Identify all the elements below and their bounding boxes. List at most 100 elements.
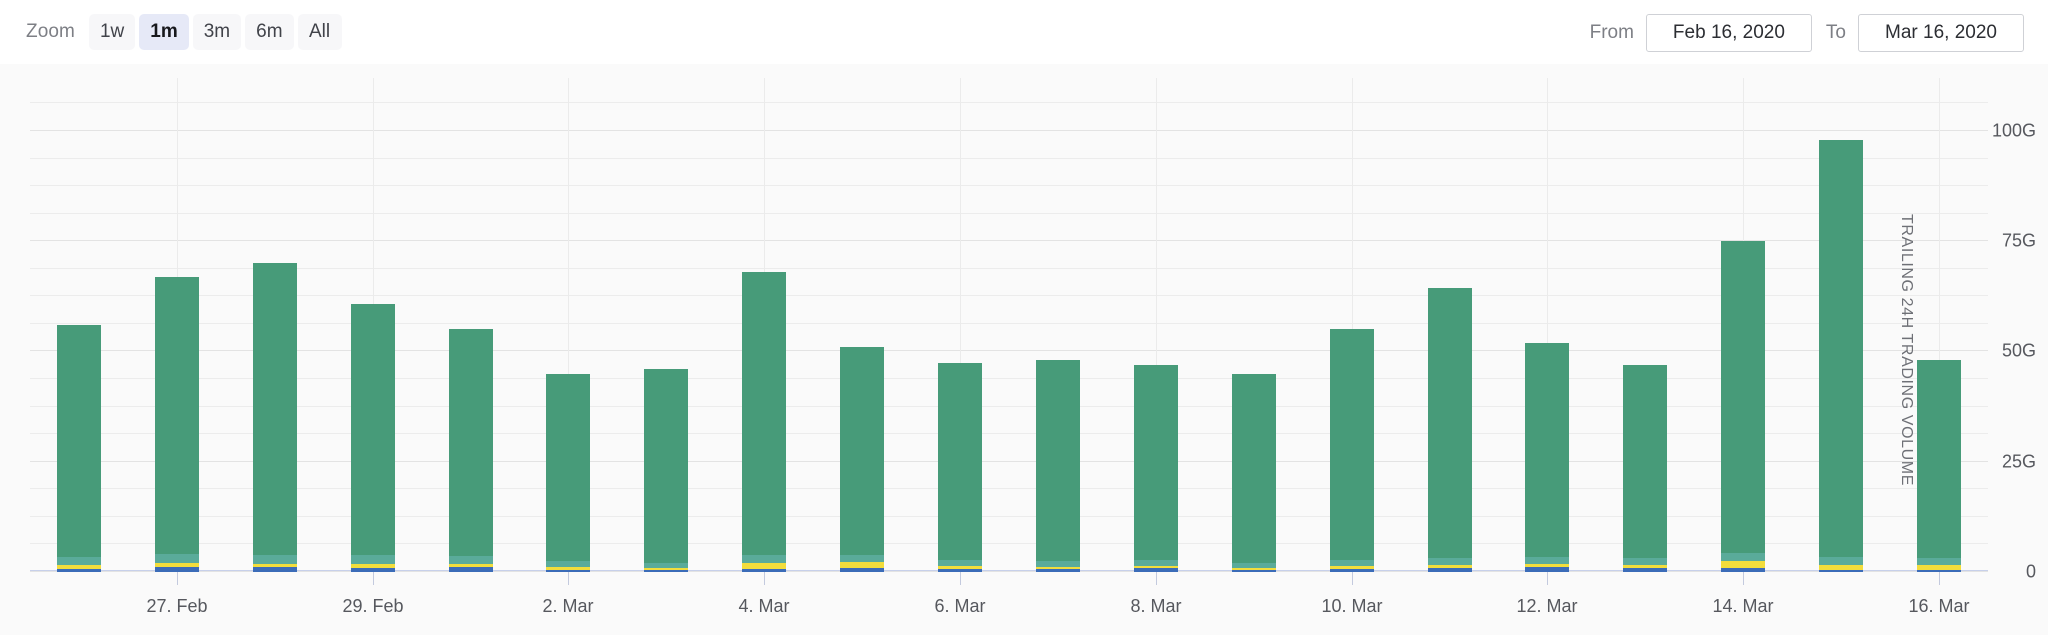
bar-segment-teal bbox=[1819, 557, 1863, 565]
bar-segment-green bbox=[1917, 360, 1961, 559]
gridline-horizontal bbox=[30, 267, 1988, 269]
bar-segment-green bbox=[1330, 329, 1374, 561]
bar-column[interactable] bbox=[1428, 287, 1472, 572]
bar-segment-teal bbox=[840, 555, 884, 563]
bar-column[interactable] bbox=[546, 373, 590, 572]
bar-segment-green bbox=[644, 369, 688, 563]
plot-area[interactable] bbox=[30, 78, 1988, 572]
bar-segment-green bbox=[1428, 287, 1472, 558]
x-tick-label: 27. Feb bbox=[146, 596, 208, 616]
bar-column[interactable] bbox=[1036, 359, 1080, 572]
x-tick-label: 2. Mar bbox=[542, 596, 594, 616]
bar-column[interactable] bbox=[449, 329, 493, 572]
bar-segment-green bbox=[1232, 373, 1276, 563]
bar-segment-teal bbox=[351, 555, 395, 564]
bar-segment-green bbox=[742, 272, 786, 555]
x-tick-label: 6. Mar bbox=[934, 596, 986, 616]
gridline-horizontal bbox=[30, 488, 1988, 490]
from-label: From bbox=[1589, 22, 1634, 43]
x-tick-label: 4. Mar bbox=[738, 596, 790, 616]
bar-column[interactable] bbox=[1917, 360, 1961, 572]
y-tick-label: 75G bbox=[2001, 230, 2036, 251]
x-tick-mark bbox=[1547, 572, 1548, 585]
bar-column[interactable] bbox=[1134, 364, 1178, 572]
gridline-horizontal bbox=[30, 378, 1988, 380]
bar-segment-teal bbox=[1428, 557, 1472, 565]
bar-segment-green bbox=[1819, 139, 1863, 558]
x-tick-label: 14. Mar bbox=[1712, 596, 1774, 616]
bar-segment-green bbox=[449, 329, 493, 556]
x-tick-mark bbox=[1156, 572, 1157, 585]
bar-column[interactable] bbox=[351, 303, 395, 572]
gridline-horizontal bbox=[30, 102, 1988, 104]
gridline-horizontal bbox=[30, 157, 1988, 159]
x-tick-mark bbox=[177, 572, 178, 585]
gridline-horizontal bbox=[30, 405, 1988, 407]
bar-column[interactable] bbox=[1721, 241, 1765, 572]
gridline-horizontal bbox=[30, 322, 1988, 324]
bar-column[interactable] bbox=[644, 369, 688, 572]
y-tick-label: 100G bbox=[1991, 120, 2036, 141]
bar-column[interactable] bbox=[742, 272, 786, 572]
zoom-button-all[interactable]: All bbox=[297, 14, 342, 50]
bar-segment-green bbox=[938, 362, 982, 560]
zoom-button-6m[interactable]: 6m bbox=[245, 14, 294, 50]
bar-segment-green bbox=[1525, 342, 1569, 557]
bar-column[interactable] bbox=[155, 276, 199, 572]
zoom-button-3m[interactable]: 3m bbox=[192, 14, 242, 50]
x-tick-mark bbox=[960, 572, 961, 585]
bar-segment-teal bbox=[155, 554, 199, 564]
to-date-input[interactable]: Mar 16, 2020 bbox=[1858, 14, 2024, 52]
x-axis: 27. Feb 29. Feb 2. Mar 4. Mar 6. Mar 8. Mar 10… bbox=[0, 572, 2048, 635]
bar-segment-green bbox=[1721, 241, 1765, 553]
bar-column[interactable] bbox=[938, 362, 982, 572]
bar-column[interactable] bbox=[57, 325, 101, 572]
bar-segment-teal bbox=[449, 555, 493, 564]
x-tick-mark bbox=[764, 572, 765, 585]
x-tick-label: 29. Feb bbox=[342, 596, 404, 616]
x-tick-mark bbox=[1939, 572, 1940, 585]
x-tick-mark bbox=[373, 572, 374, 585]
bar-column[interactable] bbox=[1330, 329, 1374, 572]
x-tick-mark bbox=[568, 572, 569, 585]
zoom-label: Zoom bbox=[26, 21, 75, 42]
bar-column[interactable] bbox=[840, 347, 884, 572]
chart-toolbar: Zoom 1w 1m 3m 6m All From Feb 16, 2020 T… bbox=[0, 0, 2048, 64]
bar-column[interactable] bbox=[1623, 364, 1667, 572]
gridline-major bbox=[30, 129, 1988, 131]
bar-column[interactable] bbox=[1232, 373, 1276, 572]
x-tick-label: 10. Mar bbox=[1321, 596, 1383, 616]
zoom-button-1m[interactable]: 1m bbox=[139, 14, 189, 50]
zoom-button-1w[interactable]: 1w bbox=[88, 14, 136, 50]
bar-segment-green bbox=[1134, 364, 1178, 561]
bar-segment-green bbox=[546, 373, 590, 562]
date-range-group: From Feb 16, 2020 To Mar 16, 2020 bbox=[1590, 14, 2024, 52]
gridline-horizontal bbox=[30, 433, 1988, 435]
x-tick-label: 8. Mar bbox=[1130, 596, 1182, 616]
bar-segment-teal bbox=[1525, 556, 1569, 564]
x-tick-label: 16. Mar bbox=[1908, 596, 1970, 616]
bar-segment-teal bbox=[1721, 552, 1765, 562]
chart-canvas: 0 25G 50G 75G 100G TRAILING 24H TRADING VOLU… bbox=[0, 64, 2048, 635]
gridline-major bbox=[30, 240, 1988, 242]
trading-volume-chart-page: Zoom 1w 1m 3m 6m All From Feb 16, 2020 T… bbox=[0, 0, 2048, 635]
bar-column[interactable] bbox=[1819, 139, 1863, 572]
x-tick-mark bbox=[1352, 572, 1353, 585]
bar-segment-teal bbox=[57, 557, 101, 566]
y-tick-label: 50G bbox=[2001, 340, 2036, 361]
from-date-input[interactable]: Feb 16, 2020 bbox=[1645, 14, 1812, 52]
bar-segment-teal bbox=[1623, 557, 1667, 565]
bar-column[interactable] bbox=[1525, 342, 1569, 572]
bar-segment-green bbox=[840, 347, 884, 556]
bar-segment-green bbox=[57, 325, 101, 558]
y-tick-label: 25G bbox=[2001, 451, 2036, 472]
zoom-control-group: Zoom 1w 1m 3m 6m All bbox=[26, 14, 346, 50]
gridline-horizontal bbox=[30, 543, 1988, 545]
gridline-horizontal bbox=[30, 295, 1988, 297]
gridline-horizontal bbox=[30, 212, 1988, 214]
bar-segment-green bbox=[351, 303, 395, 556]
to-label: To bbox=[1825, 22, 1846, 43]
gridline-horizontal bbox=[30, 185, 1988, 187]
bar-segment-green bbox=[1623, 364, 1667, 558]
bar-column[interactable] bbox=[253, 263, 297, 572]
